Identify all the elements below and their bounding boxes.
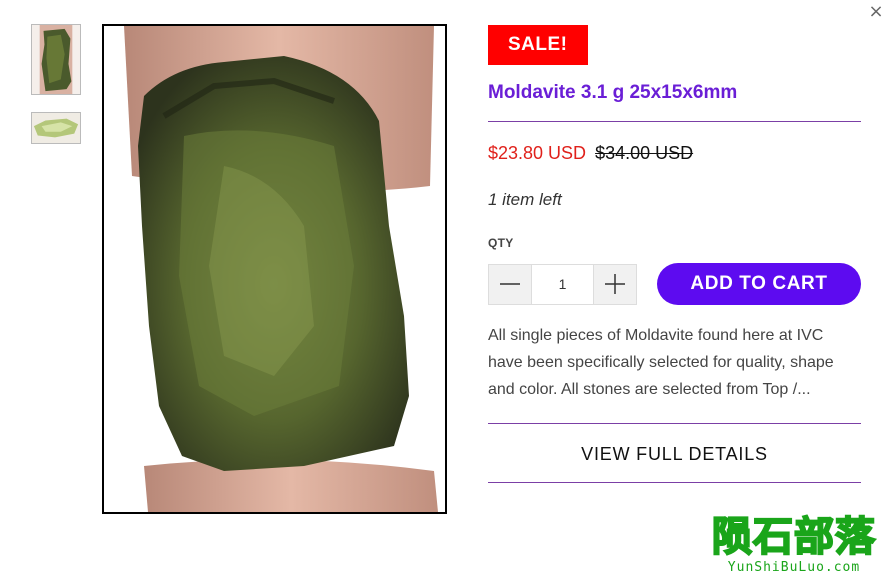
watermark-url: YunShiBuLuo.com — [727, 560, 861, 575]
quantity-input[interactable] — [531, 264, 594, 304]
qty-decrease-button[interactable] — [489, 264, 531, 304]
product-title[interactable]: Moldavite 3.1 g 25x15x6mm — [488, 82, 861, 104]
close-icon[interactable]: × — [868, 3, 884, 21]
add-to-cart-button[interactable]: ADD TO CART — [657, 263, 861, 305]
product-description: All single pieces of Moldavite found her… — [488, 327, 834, 398]
product-main-image[interactable] — [102, 24, 447, 514]
qty-increase-button[interactable] — [594, 264, 636, 304]
stock-status: 1 item left — [488, 190, 562, 209]
divider — [488, 121, 861, 122]
thumbnail-2[interactable] — [31, 112, 81, 144]
view-full-details-link[interactable]: VIEW FULL DETAILS — [488, 444, 861, 465]
thumbnail-1[interactable] — [31, 24, 81, 95]
moldavite-side-thumbnail-image — [32, 113, 80, 143]
qty-label: QTY — [488, 236, 514, 250]
quantity-stepper — [488, 263, 637, 305]
original-price: $34.00 USD — [595, 143, 694, 163]
plus-icon — [605, 274, 625, 294]
moldavite-thumbnail-image — [32, 25, 80, 94]
divider — [488, 482, 861, 483]
sale-badge: SALE! — [488, 25, 588, 65]
watermark: 陨石部落 YunShiBuLuo.com — [704, 514, 884, 575]
moldavite-photo — [104, 26, 445, 512]
sale-price: $23.80 USD — [488, 143, 587, 163]
watermark-main-text: 陨石部落 — [711, 514, 876, 560]
minus-icon — [500, 283, 520, 285]
purchase-row: ADD TO CART — [488, 263, 861, 305]
thumbnail-list — [31, 24, 81, 161]
divider — [488, 423, 861, 424]
price-row: $23.80 USD $34.00 USD — [488, 143, 861, 164]
product-info: SALE! Moldavite 3.1 g 25x15x6mm $23.80 U… — [488, 25, 861, 483]
